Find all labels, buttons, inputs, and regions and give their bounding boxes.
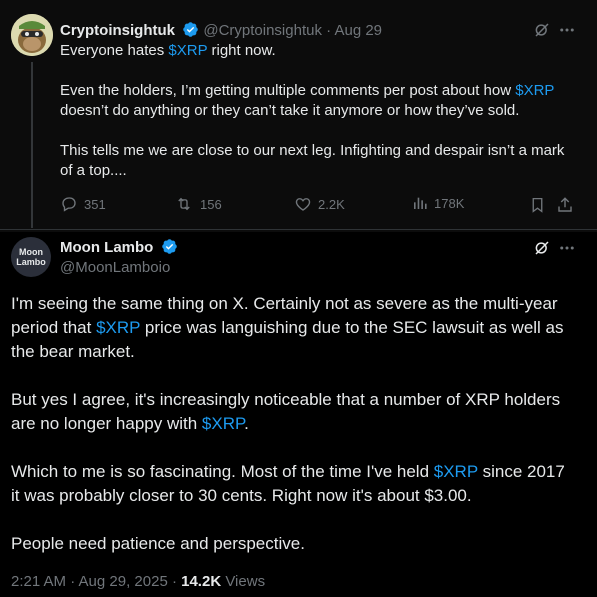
cashtag-link[interactable]: $XRP	[434, 462, 478, 481]
grok-icon[interactable]	[532, 238, 552, 258]
tweet-date[interactable]: Aug 29	[334, 22, 382, 39]
author-name[interactable]: Moon Lambo	[60, 239, 153, 256]
reply-button[interactable]: 351	[60, 195, 106, 213]
tweet1-body: Everyone hates $XRP right now. Even the …	[60, 42, 565, 179]
author-name[interactable]: Cryptoinsightuk	[60, 22, 175, 39]
thread-line	[31, 62, 33, 228]
more-icon[interactable]	[557, 238, 577, 258]
tweet2-author: Moon Lambo	[60, 238, 178, 260]
views-button[interactable]: 178K	[412, 195, 464, 211]
cashtag-link[interactable]: $XRP	[202, 414, 244, 433]
author-handle[interactable]: @MoonLamboio	[60, 259, 170, 276]
reply-icon	[62, 197, 76, 212]
like-button[interactable]: 2.2K	[294, 195, 345, 213]
share-icon[interactable]	[555, 195, 575, 215]
timestamp[interactable]: 2:21 AM · Aug 29, 2025 ·	[11, 573, 181, 590]
views-count: 14.2K	[181, 573, 222, 590]
verified-icon	[161, 238, 178, 260]
author-handle[interactable]: @Cryptoinsightuk	[203, 22, 322, 39]
repost-button[interactable]: 156	[174, 195, 222, 213]
cashtag-link[interactable]: $XRP	[96, 318, 140, 337]
tweet2-body: I'm seeing the same thing on X. Certainl…	[11, 294, 565, 553]
bookmark-icon[interactable]	[527, 195, 547, 215]
cashtag-link[interactable]: $XRP	[168, 42, 207, 59]
avatar[interactable]: Moon Lambo	[11, 237, 51, 277]
views-icon	[414, 197, 427, 209]
separator: ·	[326, 22, 332, 39]
tweet1-header: Cryptoinsightuk @Cryptoinsightuk · Aug 2…	[60, 21, 382, 42]
avatar[interactable]	[11, 14, 53, 56]
cashtag-link[interactable]: $XRP	[515, 82, 554, 99]
divider	[0, 229, 597, 230]
more-icon[interactable]	[557, 20, 577, 40]
views-label: Views	[221, 573, 266, 590]
tweet-meta: 2:21 AM · Aug 29, 2025 · 14.2K Views	[11, 573, 265, 590]
like-icon	[295, 198, 311, 211]
repost-icon	[178, 197, 190, 211]
grok-icon[interactable]	[532, 20, 552, 40]
verified-icon	[182, 21, 199, 42]
